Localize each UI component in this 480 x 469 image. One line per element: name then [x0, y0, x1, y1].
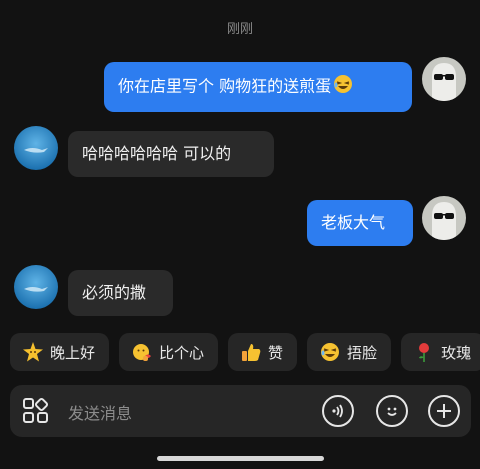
quick-reply-facepalm[interactable]: 捂脸: [307, 333, 392, 371]
message-input-bar: 发送消息: [10, 385, 471, 437]
quick-reply-like[interactable]: 赞: [228, 333, 298, 371]
contact-avatar[interactable]: [14, 126, 58, 170]
message-text: 必须的撒: [82, 283, 147, 302]
quick-reply-finger-heart[interactable]: 比个心: [119, 333, 219, 371]
my-avatar[interactable]: [422, 196, 466, 240]
rose-icon: [413, 341, 435, 363]
quick-reply-label: 赞: [268, 343, 284, 362]
ghost-avatar-icon: [422, 196, 466, 240]
thumbs-up-icon: [240, 341, 262, 363]
message-text: 你在店里写个 购物狂的送煎蛋: [118, 76, 332, 96]
smiley-icon: [387, 407, 397, 416]
quick-reply-good-evening[interactable]: 晚上好: [10, 333, 110, 371]
facepalm-icon: [319, 341, 341, 363]
home-indicator[interactable]: [157, 456, 324, 461]
ocean-diver-avatar-icon: [14, 265, 58, 309]
voice-wave-icon: [332, 404, 343, 418]
quick-reply-label: 捂脸: [347, 343, 378, 362]
emoji-button[interactable]: [376, 395, 408, 427]
message-text: 老板大气: [321, 213, 386, 232]
message-bubble-outgoing[interactable]: 老板大气: [307, 200, 413, 246]
ocean-diver-avatar-icon: [14, 126, 58, 170]
grinning-squint-emoji-icon: [333, 74, 353, 100]
message-bubble-outgoing[interactable]: 你在店里写个 购物狂的送煎蛋: [104, 62, 412, 112]
add-button[interactable]: [428, 395, 460, 427]
ghost-avatar-icon: [422, 57, 466, 101]
message-text: 哈哈哈哈哈哈 可以的: [82, 144, 232, 163]
message-bubble-incoming[interactable]: 必须的撒: [68, 270, 173, 316]
voice-button[interactable]: [322, 395, 354, 427]
message-timestamp: 刚刚: [226, 22, 253, 37]
quick-reply-label: 玫瑰: [441, 343, 472, 362]
plus-icon: [437, 404, 451, 418]
quick-reply-rose[interactable]: 玫瑰: [401, 333, 480, 371]
message-input[interactable]: 发送消息: [68, 400, 132, 424]
quick-reply-label: 晚上好: [50, 343, 96, 362]
quick-reply-bar: 晚上好 比个心 赞 捂脸 玫瑰: [10, 333, 480, 373]
finger-heart-icon: [131, 341, 153, 363]
message-bubble-incoming[interactable]: 哈哈哈哈哈哈 可以的: [68, 131, 274, 177]
quick-reply-label: 比个心: [159, 343, 205, 362]
my-avatar[interactable]: [422, 57, 466, 101]
sparkle-star-icon: [22, 341, 44, 363]
apps-grid-icon[interactable]: [22, 397, 50, 429]
contact-avatar[interactable]: [14, 265, 58, 309]
